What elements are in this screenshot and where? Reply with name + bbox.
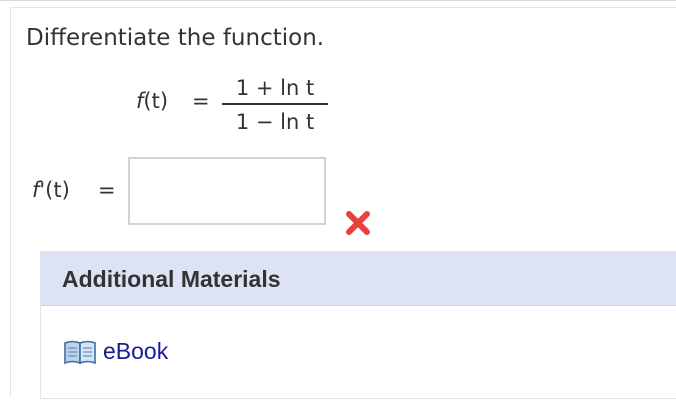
given-equals-sign: =: [192, 89, 210, 113]
given-function-argument: (t): [143, 89, 169, 113]
question-prompt: Differentiate the function.: [26, 25, 325, 51]
answer-label: f'(t): [32, 178, 70, 202]
additional-materials-header: Additional Materials: [41, 252, 676, 306]
fraction-bar: [222, 103, 328, 105]
ebook-link[interactable]: eBook: [63, 338, 168, 365]
given-function-label: f(t): [136, 89, 168, 113]
page: Differentiate the function. f(t) = 1 + l…: [0, 0, 676, 411]
ebook-link-label: eBook: [103, 338, 169, 364]
fraction-denominator: 1 − ln t: [235, 110, 315, 134]
answer-input[interactable]: [128, 157, 326, 225]
answer-equals-sign: =: [98, 178, 116, 202]
given-fraction: 1 + ln t 1 − ln t: [216, 75, 334, 135]
answer-function-suffix: '(t): [39, 178, 70, 202]
fraction-numerator: 1 + ln t: [235, 76, 315, 100]
book-icon: [64, 340, 96, 364]
additional-materials-panel: Additional Materials eBook: [40, 251, 676, 399]
incorrect-x-icon: [346, 211, 370, 235]
